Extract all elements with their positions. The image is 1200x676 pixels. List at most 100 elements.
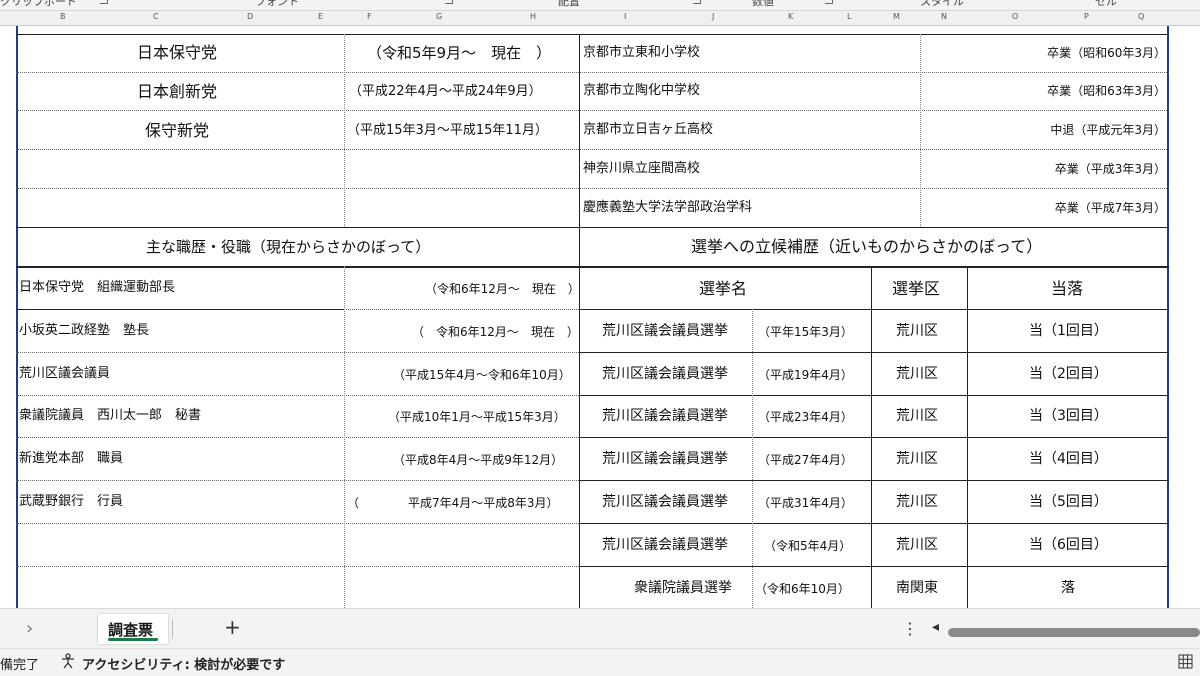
col-header[interactable]: Q bbox=[1138, 12, 1144, 21]
sheet-tab-chousahyo[interactable]: 調査票 bbox=[98, 614, 168, 644]
number-launcher-icon[interactable] bbox=[825, 0, 833, 4]
election-district[interactable]: 荒川区 bbox=[896, 537, 938, 553]
career-role[interactable]: 新進党本部 職員 bbox=[19, 451, 123, 467]
career-period[interactable]: （平成8年4月～平成9年12月） bbox=[393, 452, 563, 468]
election-district[interactable]: 荒川区 bbox=[896, 451, 938, 467]
tab-divider bbox=[172, 619, 173, 639]
accessibility-status[interactable]: アクセシビリティ: 検討が必要です bbox=[82, 654, 285, 673]
col-header[interactable]: C bbox=[153, 12, 159, 21]
career-period[interactable]: （令和6年12月～ 現在 ） bbox=[425, 281, 580, 297]
ribbon-number-label: 数値 bbox=[752, 0, 774, 8]
col-header[interactable]: L bbox=[847, 12, 851, 21]
school-status[interactable]: 卒業（平成3年3月） bbox=[1055, 161, 1166, 177]
election-district[interactable]: 南関東 bbox=[896, 580, 938, 596]
col-header[interactable]: G bbox=[436, 12, 442, 21]
election-date[interactable]: （平成31年4月） bbox=[758, 495, 853, 511]
election-result[interactable]: 当（2回目） bbox=[1029, 366, 1108, 382]
election-result[interactable]: 当（6回目） bbox=[1029, 537, 1108, 553]
col-header[interactable]: P bbox=[1084, 12, 1089, 21]
party-period[interactable]: （平成15年3月～平成15年11月） bbox=[347, 123, 548, 139]
election-header-result[interactable]: 当落 bbox=[1051, 281, 1083, 297]
election-district[interactable]: 荒川区 bbox=[896, 323, 938, 339]
grid-line bbox=[579, 523, 1169, 524]
col-header[interactable]: B bbox=[60, 12, 66, 21]
col-header[interactable]: I bbox=[624, 12, 626, 21]
grid-line bbox=[579, 395, 1169, 396]
col-header[interactable]: H bbox=[530, 12, 536, 21]
election-date[interactable]: （平成19年4月） bbox=[758, 367, 853, 383]
election-header-district[interactable]: 選挙区 bbox=[892, 281, 940, 297]
career-period[interactable]: 平成7年4月～平成8年3月） bbox=[408, 495, 559, 511]
grid-line bbox=[16, 34, 1169, 35]
election-name[interactable]: 荒川区議会議員選挙 bbox=[602, 323, 728, 339]
party-name[interactable]: 保守新党 bbox=[145, 123, 209, 139]
election-section-title[interactable]: 選挙への立候補歴（近いものからさかのぼって） bbox=[691, 239, 1042, 255]
election-result[interactable]: 落 bbox=[1061, 580, 1075, 596]
col-header[interactable]: F bbox=[367, 12, 372, 21]
school-name[interactable]: 慶應義塾大学法学部政治学科 bbox=[583, 200, 752, 216]
career-role[interactable]: 小坂英二政経塾 塾長 bbox=[19, 323, 149, 339]
horizontal-scrollbar[interactable] bbox=[948, 628, 1200, 637]
col-header[interactable]: E bbox=[318, 12, 323, 21]
career-period[interactable]: （平成15年4月～令和6年10月） bbox=[393, 367, 571, 383]
col-header[interactable]: O bbox=[1012, 12, 1018, 21]
election-date[interactable]: （平年15年3月） bbox=[758, 324, 853, 340]
scroll-left-icon[interactable]: ◂ bbox=[932, 619, 939, 635]
party-name[interactable]: 日本創新党 bbox=[137, 84, 217, 100]
grid-line bbox=[344, 34, 345, 227]
career-period-open[interactable]: （ bbox=[347, 495, 359, 511]
col-header[interactable]: J bbox=[712, 12, 714, 21]
grid-line bbox=[16, 523, 579, 524]
school-name[interactable]: 京都市立東和小学校 bbox=[583, 45, 700, 61]
election-date[interactable]: （令和5年4月） bbox=[764, 538, 851, 554]
election-name[interactable]: 荒川区議会議員選挙 bbox=[602, 408, 728, 424]
election-name[interactable]: 荒川区議会議員選挙 bbox=[602, 494, 728, 510]
col-header[interactable]: N bbox=[941, 12, 947, 21]
normal-view-icon[interactable] bbox=[1178, 654, 1193, 669]
election-date[interactable]: （令和6年10月） bbox=[755, 581, 850, 597]
school-status[interactable]: 中退（平成元年3月） bbox=[1050, 122, 1166, 138]
school-status[interactable]: 卒業（平成7年3月） bbox=[1055, 200, 1166, 216]
party-name[interactable]: 日本保守党 bbox=[137, 45, 217, 61]
career-role[interactable]: 武蔵野銀行 行員 bbox=[19, 494, 123, 510]
school-status[interactable]: 卒業（昭和60年3月） bbox=[1047, 45, 1166, 61]
election-name[interactable]: 荒川区議会議員選挙 bbox=[602, 366, 728, 382]
more-options-icon[interactable]: ⋮ bbox=[902, 619, 918, 638]
party-period[interactable]: （平成22年4月～平成24年9月） bbox=[349, 84, 542, 100]
career-role[interactable]: 日本保守党 組織運動部長 bbox=[19, 280, 175, 296]
accessibility-icon[interactable] bbox=[60, 653, 76, 669]
chevron-right-icon[interactable]: › bbox=[26, 618, 33, 639]
school-status[interactable]: 卒業（昭和63年3月） bbox=[1047, 83, 1166, 99]
career-role[interactable]: 衆議院議員 西川太一郎 秘書 bbox=[19, 408, 201, 424]
col-header[interactable]: M bbox=[893, 12, 900, 21]
election-date[interactable]: （平成23年4月） bbox=[758, 409, 853, 425]
election-date[interactable]: （平成27年4月） bbox=[758, 452, 853, 468]
election-result[interactable]: 当（3回目） bbox=[1029, 408, 1108, 424]
add-sheet-icon[interactable]: + bbox=[224, 615, 241, 639]
career-role[interactable]: 荒川区議会議員 bbox=[19, 366, 110, 382]
font-launcher-icon[interactable] bbox=[445, 0, 453, 4]
career-period[interactable]: （平成10年1月～平成15年3月） bbox=[388, 409, 566, 425]
election-district[interactable]: 荒川区 bbox=[896, 408, 938, 424]
school-name[interactable]: 京都市立日吉ヶ丘高校 bbox=[583, 122, 713, 138]
status-bar: 備完了 アクセシビリティ: 検討が必要です bbox=[0, 648, 1200, 676]
election-result[interactable]: 当（4回目） bbox=[1029, 451, 1108, 467]
election-district[interactable]: 荒川区 bbox=[896, 494, 938, 510]
school-name[interactable]: 神奈川県立座間高校 bbox=[583, 161, 700, 177]
election-name[interactable]: 荒川区議会議員選挙 bbox=[602, 451, 728, 467]
alignment-launcher-icon[interactable] bbox=[693, 0, 701, 4]
career-period[interactable]: （ 令和6年12月～ 現在 ） bbox=[412, 324, 579, 340]
election-district[interactable]: 荒川区 bbox=[896, 366, 938, 382]
party-period[interactable]: （令和5年9月～ 現在 ） bbox=[367, 45, 551, 61]
election-header-name[interactable]: 選挙名 bbox=[699, 281, 747, 297]
career-section-title[interactable]: 主な職歴・役職（現在からさかのぼって） bbox=[146, 239, 430, 255]
election-name[interactable]: 荒川区議会議員選挙 bbox=[602, 537, 728, 553]
clipboard-launcher-icon[interactable] bbox=[100, 0, 108, 4]
worksheet-grid[interactable]: 日本保守党 （令和5年9月～ 現在 ） 日本創新党 （平成22年4月～平成24年… bbox=[0, 26, 1200, 608]
col-header[interactable]: K bbox=[788, 12, 793, 21]
school-name[interactable]: 京都市立陶化中学校 bbox=[583, 83, 700, 99]
election-name[interactable]: 衆議院議員選挙 bbox=[634, 580, 732, 596]
election-result[interactable]: 当（5回目） bbox=[1029, 494, 1108, 510]
election-result[interactable]: 当（1回目） bbox=[1029, 323, 1108, 339]
col-header[interactable]: D bbox=[247, 12, 253, 21]
